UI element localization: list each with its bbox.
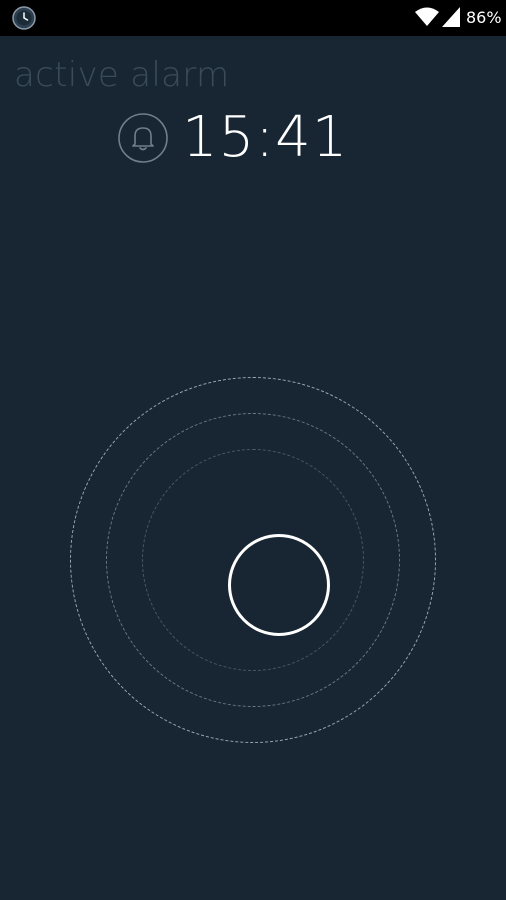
alarm-clock-icon — [12, 6, 36, 30]
wifi-icon — [415, 7, 439, 26]
cell-signal-icon — [442, 7, 460, 27]
alarm-dismiss-handle[interactable] — [228, 534, 330, 636]
alarm-screen: 86% active alarm 15:41 — [0, 0, 506, 900]
bell-icon — [118, 113, 168, 163]
status-bar: 86% — [0, 0, 506, 36]
screen-title: active alarm — [14, 55, 230, 95]
battery-level: 86% — [466, 8, 502, 27]
alarm-time: 15:41 — [182, 105, 349, 170]
